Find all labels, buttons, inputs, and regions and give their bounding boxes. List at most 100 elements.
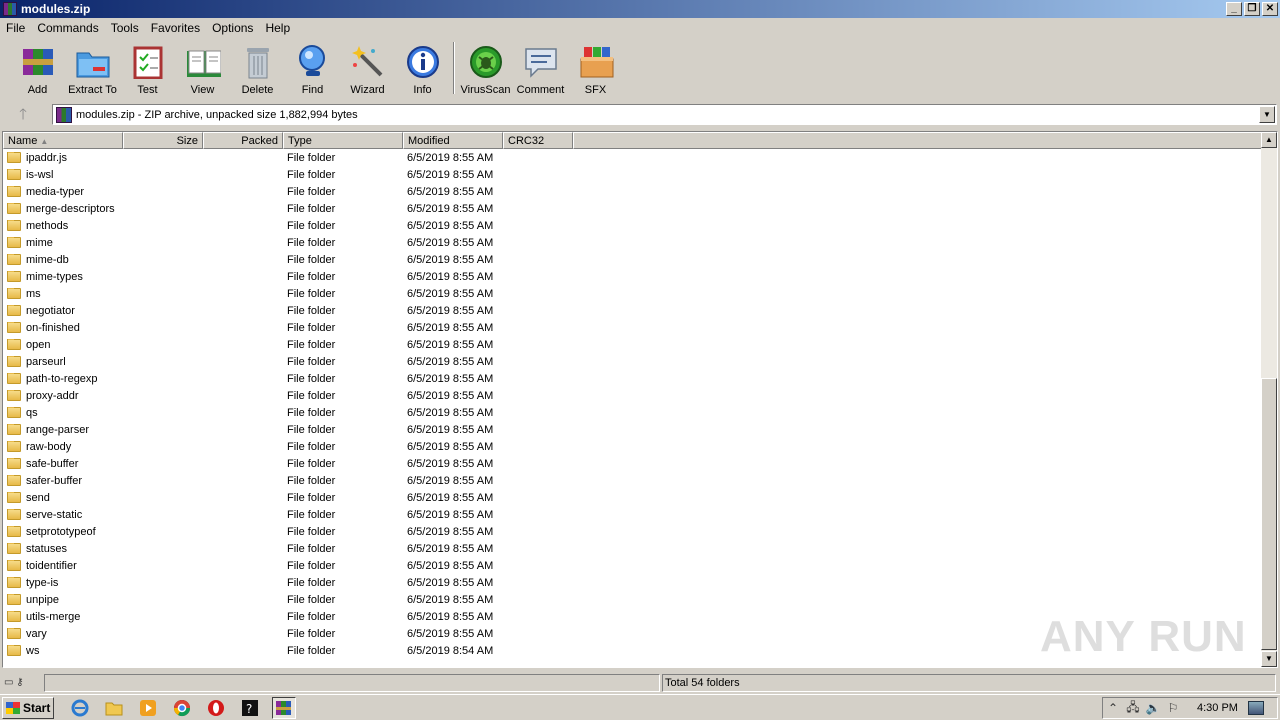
sfx-label: SFX [584,84,607,96]
folder-icon [7,236,21,248]
table-row[interactable]: media-typer File folder 6/5/2019 8:55 AM [3,183,1263,200]
table-row[interactable]: merge-descriptors File folder 6/5/2019 8:5… [3,200,1263,217]
table-row[interactable]: on-finished File folder 6/5/2019 8:55 AM [3,319,1263,336]
network-icon[interactable]: 🖧 [1123,698,1143,719]
table-row[interactable]: safer-buffer File folder 6/5/2019 8:55 AM [3,472,1263,489]
up-arrow-icon[interactable]: 🡑 [8,105,38,125]
tray-expand-icon[interactable]: ⌃ [1103,701,1123,715]
find-button[interactable]: Find [285,38,340,98]
folder-icon [7,644,21,656]
action-center-flag-icon[interactable]: ⚐ [1163,701,1183,715]
status-total: Total 54 folders [662,674,1276,692]
volume-icon[interactable]: 🔈 [1143,701,1163,715]
table-row[interactable]: range-parser File folder 6/5/2019 8:55 AM [3,421,1263,438]
table-row[interactable]: safe-buffer File folder 6/5/2019 8:55 AM [3,455,1263,472]
table-row[interactable]: path-to-regexp File folder 6/5/2019 8:55 A… [3,370,1263,387]
file-type: File folder [287,440,336,453]
minimize-button[interactable]: _ [1226,2,1242,16]
menu-help[interactable]: Help [259,21,296,35]
chevron-down-icon[interactable]: ▼ [1259,106,1275,123]
table-row[interactable]: send File folder 6/5/2019 8:55 AM [3,489,1263,506]
restore-button[interactable]: ❐ [1244,2,1260,16]
column-crc32[interactable]: CRC32 [503,132,573,149]
add-button[interactable]: Add [10,38,65,98]
table-row[interactable]: proxy-addr File folder 6/5/2019 8:55 AM [3,387,1263,404]
winrar-app-icon[interactable] [3,2,17,16]
table-row[interactable]: type-is File folder 6/5/2019 8:55 AM [3,574,1263,591]
show-desktop-icon[interactable] [1247,701,1264,715]
column-packed[interactable]: Packed [203,132,283,149]
menu-favorites[interactable]: Favorites [145,21,206,35]
table-row[interactable]: methods File folder 6/5/2019 8:55 AM [3,217,1263,234]
chrome-icon[interactable] [170,697,194,719]
file-modified: 6/5/2019 8:55 AM [407,219,494,232]
start-button[interactable]: Start [2,696,54,719]
menu-options[interactable]: Options [206,21,259,35]
table-row[interactable]: parseurl File folder 6/5/2019 8:55 AM [3,353,1263,370]
terminal-icon[interactable]: ? [238,697,262,719]
close-button[interactable]: ✕ [1262,2,1278,16]
virusscan-label: VirusScan [460,84,511,96]
magic-wand-icon [350,44,386,80]
view-button[interactable]: View [175,38,230,98]
table-row[interactable]: mime-db File folder 6/5/2019 8:55 AM [3,251,1263,268]
table-row[interactable]: open File folder 6/5/2019 8:55 AM [3,336,1263,353]
delete-button[interactable]: Delete [230,38,285,98]
table-row[interactable]: raw-body File folder 6/5/2019 8:55 AM [3,438,1263,455]
file-name: vary [26,627,47,640]
svg-text:?: ? [246,702,252,716]
opera-icon[interactable] [204,697,228,719]
wizard-button[interactable]: Wizard [340,38,395,98]
column-type[interactable]: Type [283,132,403,149]
info-button[interactable]: Info [395,38,450,98]
file-name: setprototypeof [26,525,96,538]
column-modified[interactable]: Modified [403,132,503,149]
drive-key-icon[interactable]: ▭ ⚷ [4,677,40,689]
file-type: File folder [287,576,336,589]
folder-explorer-icon[interactable] [102,697,126,719]
winrar-icon[interactable] [272,696,296,719]
table-row[interactable]: mime File folder 6/5/2019 8:55 AM [3,234,1263,251]
file-name: media-typer [26,185,85,198]
menu-file[interactable]: File [0,21,31,35]
file-modified: 6/5/2019 8:55 AM [407,389,494,402]
column-name[interactable]: Name ▲ [3,132,123,149]
file-type: File folder [287,593,336,606]
column-size[interactable]: Size [123,132,203,149]
clock[interactable]: 4:30 PM [1197,702,1238,714]
file-name: send [26,491,50,504]
test-button[interactable]: Test [120,38,175,98]
watermark-logo: ANY RUN [1040,612,1247,661]
table-row[interactable]: toidentifier File folder 6/5/2019 8:55 AM [3,557,1263,574]
address-bar[interactable]: modules.zip - ZIP archive, unpacked size… [52,104,1277,125]
virusscan-button[interactable]: VirusScan [458,38,513,98]
media-player-icon[interactable] [136,697,160,719]
vertical-scrollbar[interactable]: ▲ ▼ [1261,132,1277,667]
menu-tools[interactable]: Tools [105,21,145,35]
scroll-down-icon[interactable]: ▼ [1261,651,1277,667]
file-list[interactable]: Name ▲ Size Packed Type Modified CRC32 i… [2,131,1278,668]
table-row[interactable]: ms File folder 6/5/2019 8:55 AM [3,285,1263,302]
table-row[interactable]: serve-static File folder 6/5/2019 8:55 AM [3,506,1263,523]
file-type: File folder [287,389,336,402]
comment-button[interactable]: Comment [513,38,568,98]
internet-explorer-icon[interactable] [68,697,92,719]
file-modified: 6/5/2019 8:55 AM [407,202,494,215]
folder-icon [7,202,21,214]
table-row[interactable]: unpipe File folder 6/5/2019 8:55 AM [3,591,1263,608]
extract-to-button[interactable]: Extract To [65,38,120,98]
table-row[interactable]: qs File folder 6/5/2019 8:55 AM [3,404,1263,421]
sfx-button[interactable]: SFX [568,38,623,98]
menu-commands[interactable]: Commands [31,21,104,35]
scroll-thumb[interactable] [1261,378,1277,650]
table-row[interactable]: setprototypeof File folder 6/5/2019 8:55 A… [3,523,1263,540]
table-row[interactable]: is-wsl File folder 6/5/2019 8:55 AM [3,166,1263,183]
test-checklist-icon [130,44,166,80]
scroll-up-icon[interactable]: ▲ [1261,132,1277,148]
table-row[interactable]: negotiator File folder 6/5/2019 8:55 AM [3,302,1263,319]
comment-label: Comment [516,84,565,96]
table-row[interactable]: ipaddr.js File folder 6/5/2019 8:55 AM [3,149,1263,166]
table-row[interactable]: mime-types File folder 6/5/2019 8:55 AM [3,268,1263,285]
table-row[interactable]: statuses File folder 6/5/2019 8:55 AM [3,540,1263,557]
file-name: safe-buffer [26,457,79,470]
